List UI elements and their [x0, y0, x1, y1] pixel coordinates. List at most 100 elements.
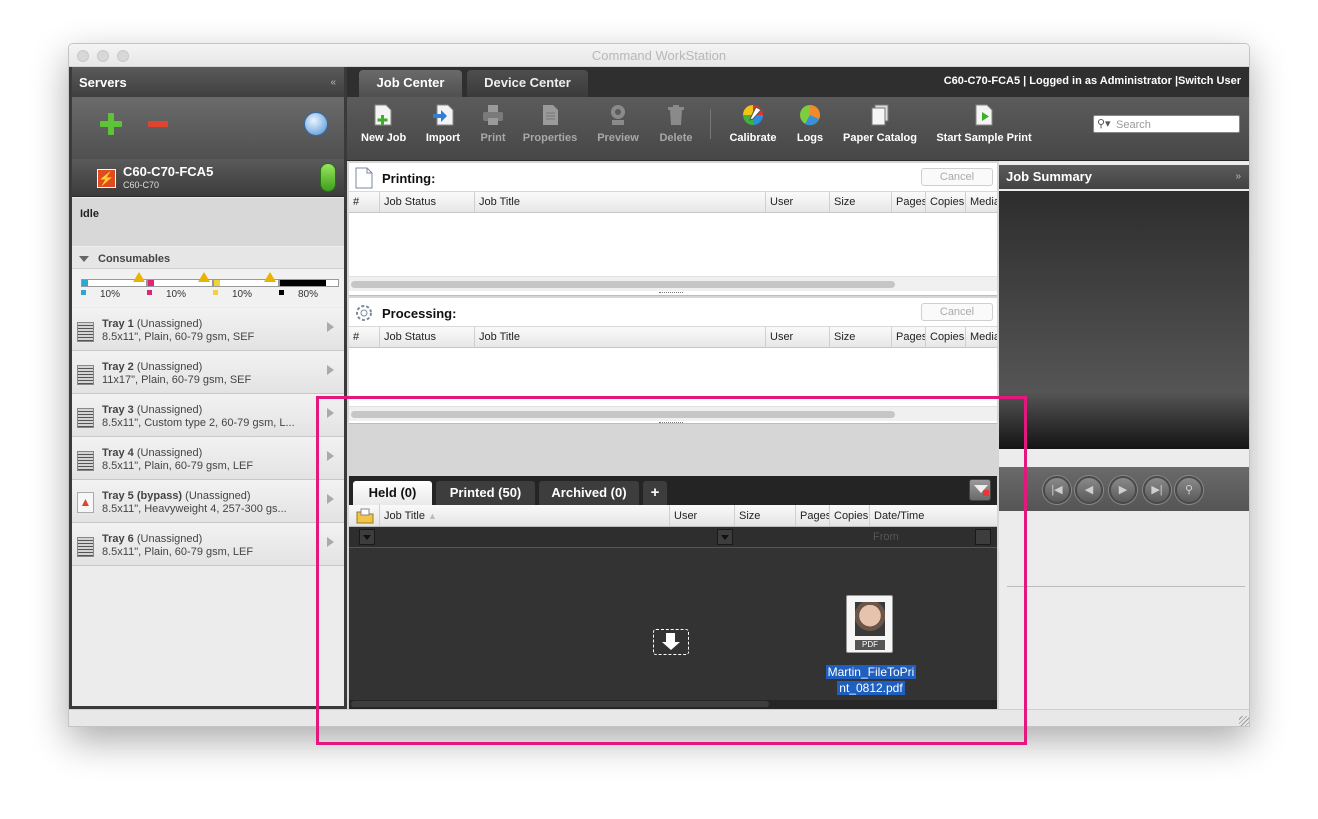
- tray-name: Tray 3: [102, 404, 134, 416]
- splitter-grip[interactable]: [659, 292, 683, 295]
- gear-icon: [356, 305, 372, 321]
- tray-item[interactable]: ▲ Tray 5 (bypass) (Unassigned) 8.5x11", …: [72, 480, 344, 523]
- logs-button[interactable]: Logs: [794, 97, 826, 144]
- column-header-media[interactable]: Media: [965, 192, 997, 212]
- column-header-user[interactable]: User: [765, 327, 829, 347]
- properties-label: Properties: [522, 132, 578, 144]
- yellow-toner-percent: 10%: [232, 289, 253, 300]
- paper-tray-icon: [77, 322, 94, 342]
- column-header-user[interactable]: User: [765, 192, 829, 212]
- print-button[interactable]: Print: [478, 97, 508, 144]
- add-server-button[interactable]: [100, 113, 122, 135]
- search-placeholder: Search: [1116, 119, 1151, 131]
- column-header-job-title[interactable]: Job Title: [474, 192, 765, 212]
- logs-icon: [800, 105, 820, 126]
- column-header-copies[interactable]: Copies: [925, 327, 965, 347]
- tab-job-center[interactable]: Job Center: [359, 70, 462, 97]
- start-sample-print-button[interactable]: Start Sample Print: [935, 97, 1033, 144]
- tray-status: (Unassigned): [136, 447, 203, 459]
- new-job-button[interactable]: New Job: [361, 97, 407, 144]
- column-header-size[interactable]: Size: [829, 192, 891, 212]
- printing-horizontal-scrollbar[interactable]: [349, 276, 997, 291]
- paper-tray-icon: [77, 365, 94, 385]
- tray-item[interactable]: Tray 1 (Unassigned) 8.5x11", Plain, 60-7…: [72, 308, 344, 351]
- new-job-label: New Job: [361, 132, 407, 144]
- remove-server-button[interactable]: [148, 121, 168, 127]
- servers-toolbar: [72, 97, 344, 159]
- close-window-button[interactable]: [77, 50, 89, 62]
- tab-device-center[interactable]: Device Center: [467, 70, 588, 97]
- column-header-pages[interactable]: Pages: [891, 192, 925, 212]
- tray-name: Tray 4: [102, 447, 134, 459]
- cancel-printing-button[interactable]: Cancel: [921, 168, 993, 186]
- calibrate-icon: [743, 105, 763, 125]
- chevron-right-icon[interactable]: [327, 322, 334, 332]
- calibrate-button[interactable]: Calibrate: [727, 97, 779, 144]
- search-icon[interactable]: ⚲▾: [1097, 117, 1111, 130]
- column-header-number[interactable]: #: [349, 327, 379, 347]
- server-item[interactable]: ⚡ C60-C70-FCA5 C60-C70: [72, 159, 344, 197]
- tray-item[interactable]: Tray 6 (Unassigned) 8.5x11", Plain, 60-7…: [72, 523, 344, 566]
- zoom-window-button[interactable]: [117, 50, 129, 62]
- tray-item[interactable]: Tray 3 (Unassigned) 8.5x11", Custom type…: [72, 394, 344, 437]
- scrollbar-thumb[interactable]: [351, 281, 895, 288]
- toolbar: New Job Import Print Properties Preview …: [347, 97, 1249, 161]
- delete-button[interactable]: Delete: [657, 97, 695, 144]
- column-header-job-status[interactable]: Job Status: [379, 327, 474, 347]
- last-page-icon[interactable]: ▶|: [1143, 476, 1171, 504]
- cyan-swatch: [81, 290, 86, 295]
- login-info[interactable]: C60-C70-FCA5 | Logged in as Administrato…: [944, 75, 1241, 87]
- cancel-processing-button[interactable]: Cancel: [921, 303, 993, 321]
- paper-catalog-button[interactable]: Paper Catalog: [840, 97, 920, 144]
- main-tab-bar: Job Center Device Center C60-C70-FCA5 | …: [347, 67, 1249, 97]
- next-page-icon[interactable]: ▶: [1109, 476, 1137, 504]
- printing-header: Printing: Cancel: [349, 163, 997, 192]
- summary-divider: [1007, 586, 1245, 587]
- job-summary-panel: Job Summary » |◀ ◀ ▶ ▶| ⚲: [999, 161, 1249, 709]
- column-header-job-title[interactable]: Job Title: [474, 327, 765, 347]
- tray-status: (Unassigned): [185, 490, 251, 502]
- tray-item[interactable]: Tray 4 (Unassigned) 8.5x11", Plain, 60-7…: [72, 437, 344, 480]
- expand-panel-icon[interactable]: »: [1235, 165, 1241, 189]
- disclosure-triangle-icon[interactable]: [79, 256, 89, 262]
- delete-label: Delete: [659, 132, 693, 144]
- document-icon: [355, 167, 373, 189]
- import-icon: [433, 104, 454, 126]
- magenta-toner-percent: 10%: [166, 289, 187, 300]
- tray-status: (Unassigned): [136, 404, 203, 416]
- tray-item[interactable]: Tray 2 (Unassigned) 11x17", Plain, 60-79…: [72, 351, 344, 394]
- cyan-toner-fill: [82, 280, 89, 286]
- minimize-window-button[interactable]: [97, 50, 109, 62]
- server-status-indicator: [320, 163, 336, 192]
- properties-icon: [543, 105, 558, 125]
- zoom-icon[interactable]: ⚲: [1175, 476, 1203, 504]
- printing-title: Printing:: [382, 171, 436, 186]
- properties-button[interactable]: Properties: [522, 97, 578, 144]
- collapse-sidebar-icon[interactable]: «: [330, 67, 336, 98]
- import-button[interactable]: Import: [423, 97, 463, 144]
- black-toner-fill: [280, 280, 327, 286]
- previous-page-icon[interactable]: ◀: [1075, 476, 1103, 504]
- print-label: Print: [480, 132, 506, 144]
- preview-button[interactable]: Preview: [596, 97, 640, 144]
- column-header-copies[interactable]: Copies: [925, 192, 965, 212]
- server-name: C60-C70-FCA5: [123, 164, 214, 179]
- consumables-header[interactable]: Consumables: [72, 247, 344, 269]
- column-header-media[interactable]: Media: [965, 327, 997, 347]
- tray-title: Tray 6 (Unassigned): [102, 533, 202, 545]
- job-summary-header: Job Summary »: [999, 165, 1249, 189]
- servers-sidebar: Servers « ⚡ C60-C70-FCA5 C60-C70 Idle Co…: [69, 67, 347, 709]
- column-header-number[interactable]: #: [349, 192, 379, 212]
- column-header-size[interactable]: Size: [829, 327, 891, 347]
- trash-icon: [668, 105, 684, 125]
- refresh-servers-button[interactable]: [304, 112, 328, 136]
- first-page-icon[interactable]: |◀: [1043, 476, 1071, 504]
- tray-title: Tray 2 (Unassigned): [102, 361, 202, 373]
- resize-grip-icon[interactable]: [1239, 716, 1249, 726]
- magenta-warning-icon: [198, 272, 210, 282]
- chevron-right-icon[interactable]: [327, 365, 334, 375]
- tray-title: Tray 3 (Unassigned): [102, 404, 202, 416]
- column-header-job-status[interactable]: Job Status: [379, 192, 474, 212]
- column-header-pages[interactable]: Pages: [891, 327, 925, 347]
- search-input[interactable]: ⚲▾ Search: [1093, 115, 1240, 133]
